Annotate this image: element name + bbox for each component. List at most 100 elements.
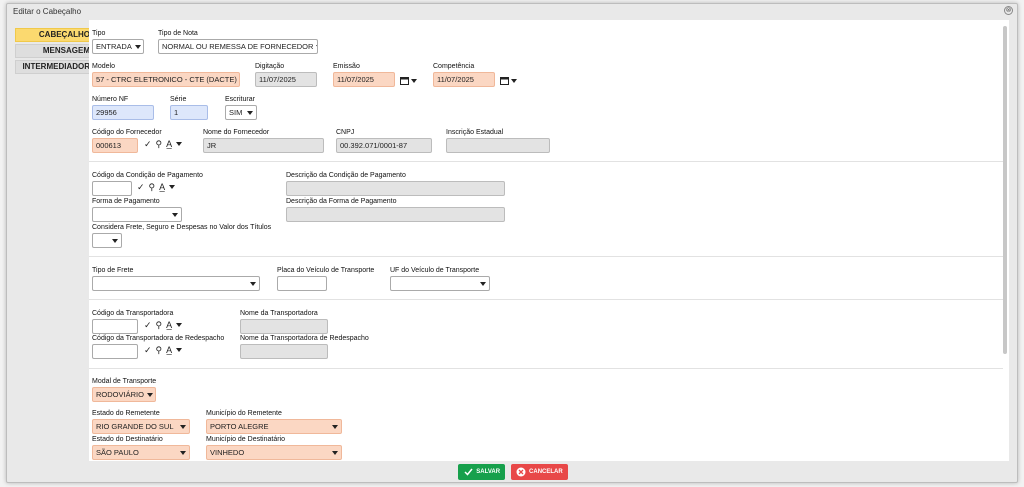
check-icon[interactable]: ✓ xyxy=(144,345,152,355)
tab-mensagem[interactable]: MENSAGEM xyxy=(15,44,95,58)
modal-transporte-value: RODOVIÁRIO xyxy=(96,390,144,399)
check-icon[interactable]: ✓ xyxy=(144,139,152,149)
cod-fornecedor-field[interactable]: 000613 xyxy=(92,138,138,153)
close-icon[interactable]: ⊗ xyxy=(1004,6,1013,15)
modal-footer: SALVAR CANCELAR xyxy=(7,464,1019,484)
escriturar-select[interactable]: SIM xyxy=(225,105,257,120)
section-divider xyxy=(89,256,1003,257)
transportadora-actions: ✓ ⚲ A̲ xyxy=(144,320,183,330)
nome-fornecedor-label: Nome do Fornecedor xyxy=(203,129,270,136)
text-color-icon[interactable]: A̲ xyxy=(159,182,165,192)
chevron-down-icon[interactable] xyxy=(176,348,183,352)
text-color-icon[interactable]: A̲ xyxy=(166,345,172,355)
tipo-nota-select[interactable]: NORMAL OU REMESSA DE FORNECEDOR xyxy=(158,39,318,54)
cod-transp-redespacho-field[interactable] xyxy=(92,344,138,359)
tipo-frete-select[interactable] xyxy=(92,276,260,291)
competencia-calendar-button[interactable] xyxy=(500,76,517,85)
municipio-destinatario-label: Município de Destinatário xyxy=(206,436,285,443)
check-icon[interactable]: ✓ xyxy=(144,320,152,330)
uf-veiculo-select[interactable] xyxy=(390,276,490,291)
desc-forma-pagamento-label: Descrição da Forma de Pagamento xyxy=(286,198,397,205)
save-button[interactable]: SALVAR xyxy=(458,464,506,480)
numero-nf-value: 29956 xyxy=(96,108,117,117)
inscricao-estadual-label: Inscrição Estadual xyxy=(446,129,504,136)
escriturar-label: Escriturar xyxy=(225,96,255,103)
close-icon xyxy=(516,467,526,477)
modelo-value: 57 - CTRC ELETRONICO - CTE (DACTE) xyxy=(96,75,237,84)
estado-destinatario-value: SÃO PAULO xyxy=(96,448,139,457)
form-panel: Tipo ENTRADA Tipo de Nota NORMAL OU REME… xyxy=(89,20,1009,461)
tipo-value: ENTRADA xyxy=(96,42,132,51)
search-icon[interactable]: ⚲ xyxy=(156,320,163,330)
emissao-field[interactable]: 11/07/2025 xyxy=(333,72,395,87)
nome-transp-redespacho-label: Nome da Transportadora de Redespacho xyxy=(240,335,369,342)
tipo-nota-label: Tipo de Nota xyxy=(158,30,198,37)
cod-fornecedor-value: 000613 xyxy=(96,141,122,150)
digitacao-field: 11/07/2025 xyxy=(255,72,317,87)
chevron-down-icon[interactable] xyxy=(176,323,183,327)
estado-remetente-select[interactable]: RIO GRANDE DO SUL xyxy=(92,419,190,434)
placa-veiculo-field[interactable] xyxy=(277,276,327,291)
cod-transportadora-field[interactable] xyxy=(92,319,138,334)
nome-fornecedor-value: JR xyxy=(207,141,217,150)
uf-veiculo-label: UF do Veículo de Transporte xyxy=(390,267,480,274)
competencia-label: Competência xyxy=(433,63,475,70)
chevron-down-icon xyxy=(411,78,417,83)
cancel-button[interactable]: CANCELAR xyxy=(511,464,568,480)
cod-transportadora-label: Código da Transportadora xyxy=(92,310,174,317)
desc-cond-pagamento-label: Descrição da Condição de Pagamento xyxy=(286,172,406,179)
estado-destinatario-select[interactable]: SÃO PAULO xyxy=(92,445,190,460)
search-icon[interactable]: ⚲ xyxy=(156,345,163,355)
emissao-calendar-button[interactable] xyxy=(400,76,417,85)
fornecedor-actions: ✓ ⚲ A̲ xyxy=(144,139,183,149)
section-divider xyxy=(89,161,1003,162)
check-icon xyxy=(463,467,473,477)
municipio-remetente-value: PORTO ALEGRE xyxy=(210,422,269,431)
digitacao-label: Digitação xyxy=(255,63,285,70)
tipo-frete-label: Tipo de Frete xyxy=(92,267,134,274)
considera-frete-select[interactable] xyxy=(92,233,122,248)
municipio-destinatario-select[interactable]: VINHEDO xyxy=(206,445,342,460)
tab-cabecalho[interactable]: CABEÇALHO xyxy=(15,28,95,42)
text-color-icon[interactable]: A̲ xyxy=(166,139,172,149)
modal-transporte-select[interactable]: RODOVIÁRIO xyxy=(92,387,156,402)
estado-remetente-value: RIO GRANDE DO SUL xyxy=(96,422,174,431)
serie-label: Série xyxy=(170,96,187,103)
cod-cond-pagamento-label: Código da Condição de Pagamento xyxy=(92,172,203,179)
tipo-select[interactable]: ENTRADA xyxy=(92,39,144,54)
numero-nf-field[interactable]: 29956 xyxy=(92,105,154,120)
chevron-down-icon[interactable] xyxy=(169,185,176,189)
modelo-select[interactable]: 57 - CTRC ELETRONICO - CTE (DACTE) xyxy=(92,72,240,87)
placa-veiculo-label: Placa do Veículo de Transporte xyxy=(277,267,375,274)
serie-field[interactable]: 1 xyxy=(170,105,208,120)
municipio-remetente-label: Município do Remetente xyxy=(206,410,282,417)
tab-intermediador[interactable]: INTERMEDIADOR xyxy=(15,60,95,74)
numero-nf-label: Número NF xyxy=(92,96,129,103)
tipo-label: Tipo xyxy=(92,30,106,37)
considera-frete-label: Considera Frete, Seguro e Despesas no Va… xyxy=(92,224,272,231)
cancel-label: CANCELAR xyxy=(529,469,563,475)
cod-fornecedor-label: Código do Fornecedor xyxy=(92,129,162,136)
cod-cond-pagamento-field[interactable] xyxy=(92,181,132,196)
nome-transportadora-label: Nome da Transportadora xyxy=(240,310,318,317)
calendar-icon xyxy=(500,77,509,85)
cond-pagamento-actions: ✓ ⚲ A̲ xyxy=(137,182,176,192)
municipio-remetente-select[interactable]: PORTO ALEGRE xyxy=(206,419,342,434)
cnpj-label: CNPJ xyxy=(336,129,355,136)
nome-fornecedor-field: JR xyxy=(203,138,324,153)
cnpj-field: 00.392.071/0001-87 xyxy=(336,138,432,153)
serie-value: 1 xyxy=(174,108,179,117)
search-icon[interactable]: ⚲ xyxy=(156,139,163,149)
modal-title: Editar o Cabeçalho xyxy=(13,6,82,16)
search-icon[interactable]: ⚲ xyxy=(149,182,156,192)
desc-forma-pagamento-field xyxy=(286,207,505,222)
competencia-field[interactable]: 11/07/2025 xyxy=(433,72,495,87)
forma-pagamento-select[interactable] xyxy=(92,207,182,222)
cnpj-value: 00.392.071/0001-87 xyxy=(340,141,408,150)
check-icon[interactable]: ✓ xyxy=(137,182,145,192)
redespacho-actions: ✓ ⚲ A̲ xyxy=(144,345,183,355)
chevron-down-icon[interactable] xyxy=(176,142,183,146)
scrollbar[interactable] xyxy=(1003,26,1007,354)
chevron-down-icon xyxy=(511,78,517,83)
text-color-icon[interactable]: A̲ xyxy=(166,320,172,330)
